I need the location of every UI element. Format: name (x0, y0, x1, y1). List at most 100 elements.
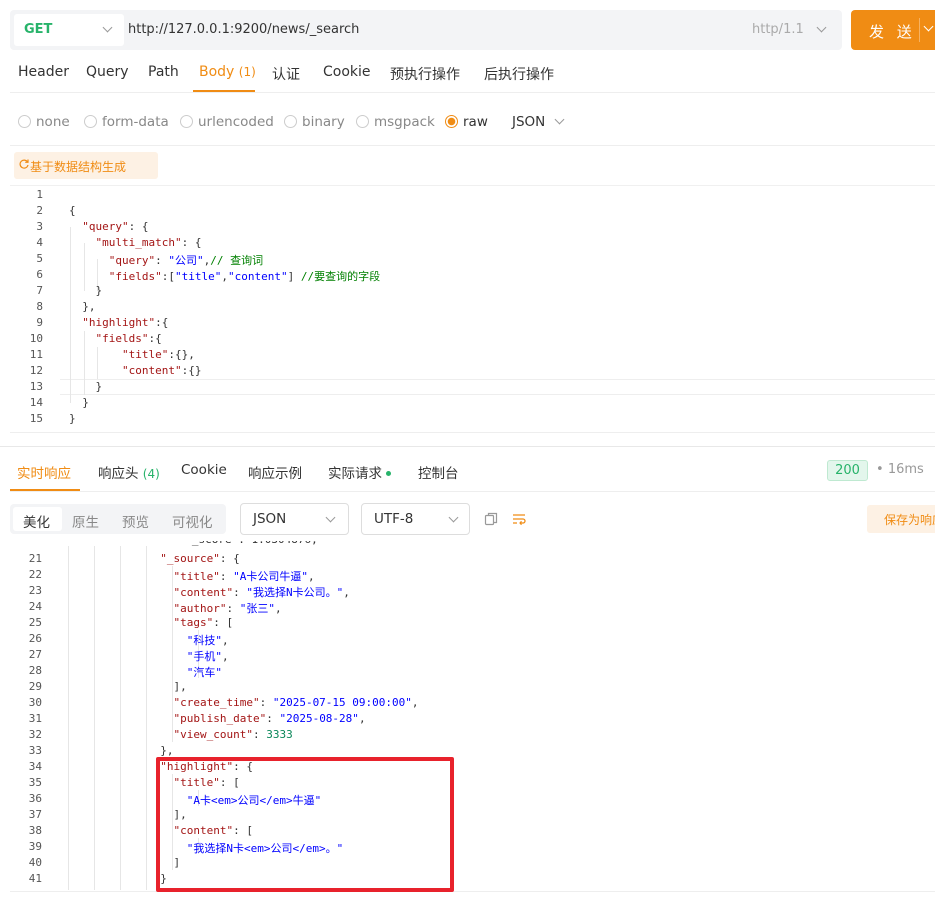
method-select[interactable]: GET (14, 14, 124, 46)
response-code-line: "手机", (186, 650, 229, 663)
request-line-number: 6 (36, 268, 43, 281)
partial-line-20: "_score": 1.0304876, (172, 541, 317, 546)
request-line-number: 5 (36, 252, 43, 265)
request-code-line: } (69, 380, 103, 393)
request-code-line: { (69, 204, 76, 217)
request-code-line: } (69, 284, 103, 297)
radio-none[interactable]: none (18, 114, 70, 130)
tab-auth[interactable]: 认证 (272, 64, 300, 84)
response-line-number: 34 (28, 760, 42, 773)
radio-raw[interactable]: raw (445, 114, 488, 130)
chevron-down-icon[interactable] (923, 21, 934, 32)
view-mode-raw[interactable]: 原生 (72, 511, 99, 531)
response-line-number: 23 (28, 584, 42, 597)
response-line-number: 40 (28, 856, 42, 869)
tabs-divider (10, 92, 935, 93)
request-code-line: "query": "公司",// 查询词 (108, 254, 264, 267)
response-line-number: 35 (28, 776, 42, 789)
tab-post-request[interactable]: 后执行操作 (484, 64, 554, 84)
radio-urlencoded[interactable]: urlencoded (180, 114, 274, 130)
radio-binary[interactable]: binary (284, 114, 345, 130)
response-code-line: "_source": { (160, 552, 240, 565)
request-line-number: 14 (29, 396, 43, 409)
response-line-number: 33 (28, 744, 42, 757)
tab-response-headers[interactable]: 响应头 (4) (98, 462, 160, 482)
tab-body[interactable]: Body (1) (199, 64, 256, 80)
chevron-down-icon (102, 22, 113, 33)
tab-console[interactable]: 控制台 (418, 462, 459, 482)
tab-query[interactable]: Query (86, 64, 129, 80)
tab-cookie[interactable]: Cookie (323, 64, 371, 80)
response-format-select[interactable]: JSON (240, 503, 349, 535)
response-line-number: 38 (28, 824, 42, 837)
current-line-highlight (60, 379, 935, 395)
response-code-line: "view_count": 3333 (173, 728, 293, 741)
request-code-line: } (69, 412, 76, 425)
request-line-number: 15 (29, 412, 43, 425)
response-code-line: "tags": [ (173, 616, 234, 629)
radio-divider (10, 145, 935, 146)
view-mode-preview[interactable]: 预览 (122, 511, 149, 531)
method-label: GET (24, 22, 53, 37)
send-button[interactable]: 发 送 (851, 10, 935, 50)
encoding-select[interactable]: UTF-8 (361, 503, 470, 535)
save-as-response-button[interactable]: 保存为响应 (867, 505, 935, 533)
tab-pre-request[interactable]: 预执行操作 (390, 64, 460, 84)
chevron-down-icon (325, 512, 336, 523)
refresh-icon (19, 159, 29, 169)
response-line-number: 32 (28, 728, 42, 741)
tab-response-examples[interactable]: 响应示例 (248, 462, 302, 482)
tab-path[interactable]: Path (148, 64, 179, 80)
request-line-number: 9 (36, 316, 43, 329)
response-line-number: 25 (28, 616, 42, 629)
tab-response-cookie[interactable]: Cookie (181, 462, 227, 478)
indent-guide (68, 546, 69, 890)
response-line-number: 41 (28, 872, 42, 885)
radio-form-data[interactable]: form-data (84, 114, 169, 130)
request-line-number: 3 (36, 220, 43, 233)
request-code-line: }, (69, 300, 96, 313)
chevron-down-icon (448, 512, 459, 523)
tab-actual-request[interactable]: 实际请求 (328, 462, 392, 482)
request-code-line: } (69, 396, 89, 409)
response-code-line: "author": "张三", (173, 602, 282, 615)
request-body-editor[interactable] (10, 185, 935, 433)
request-code-line: "query": { (82, 220, 149, 233)
response-line-number: 30 (28, 696, 42, 709)
send-label: 发 送 (869, 23, 916, 41)
chevron-down-icon (816, 22, 827, 33)
annotation-highlight-box (156, 757, 454, 892)
response-line-number: 26 (28, 632, 42, 645)
request-line-number: 1 (36, 188, 43, 201)
request-line-number: 8 (36, 300, 43, 313)
tab-header[interactable]: Header (18, 64, 69, 80)
body-format-select[interactable]: JSON (512, 114, 545, 130)
request-url-bar: GET http://127.0.0.1:9200/news/_search h… (10, 10, 842, 50)
view-mode-visualize[interactable]: 可视化 (172, 511, 213, 531)
response-line-number: 22 (28, 568, 42, 581)
response-code-line: "create_time": "2025-07-15 09:00:00", (173, 696, 419, 709)
response-code-line: }, (94, 744, 174, 757)
view-mode-pretty[interactable]: 美化 (23, 511, 50, 531)
response-code-line: "publish_date": "2025-08-28", (173, 712, 366, 725)
tab-live-response[interactable]: 实时响应 (17, 462, 71, 482)
request-line-number: 10 (29, 332, 43, 345)
request-code-line: "fields":["title","content"] //要查询的字段 (108, 270, 381, 283)
url-input[interactable]: http://127.0.0.1:9200/news/_search (128, 22, 359, 37)
wrap-lines-icon[interactable] (512, 512, 526, 526)
response-line-number: 24 (28, 600, 42, 613)
chevron-down-icon (554, 114, 565, 125)
request-code-line: "fields":{ (95, 332, 162, 345)
request-code-line: "title":{}, (121, 348, 195, 361)
request-line-number: 4 (36, 236, 43, 249)
request-line-number: 12 (29, 364, 43, 377)
copy-icon[interactable] (484, 512, 498, 526)
response-tabs-divider (10, 491, 935, 492)
response-code-line: "title": "A卡公司牛逼", (173, 570, 315, 583)
generate-from-schema-button[interactable]: 基于数据结构生成 (14, 152, 158, 179)
response-code-line: "汽车" (186, 666, 222, 679)
http-version-select[interactable]: http/1.1 (752, 22, 804, 37)
radio-msgpack[interactable]: msgpack (356, 114, 435, 130)
response-line-number: 36 (28, 792, 42, 805)
response-line-number: 39 (28, 840, 42, 853)
